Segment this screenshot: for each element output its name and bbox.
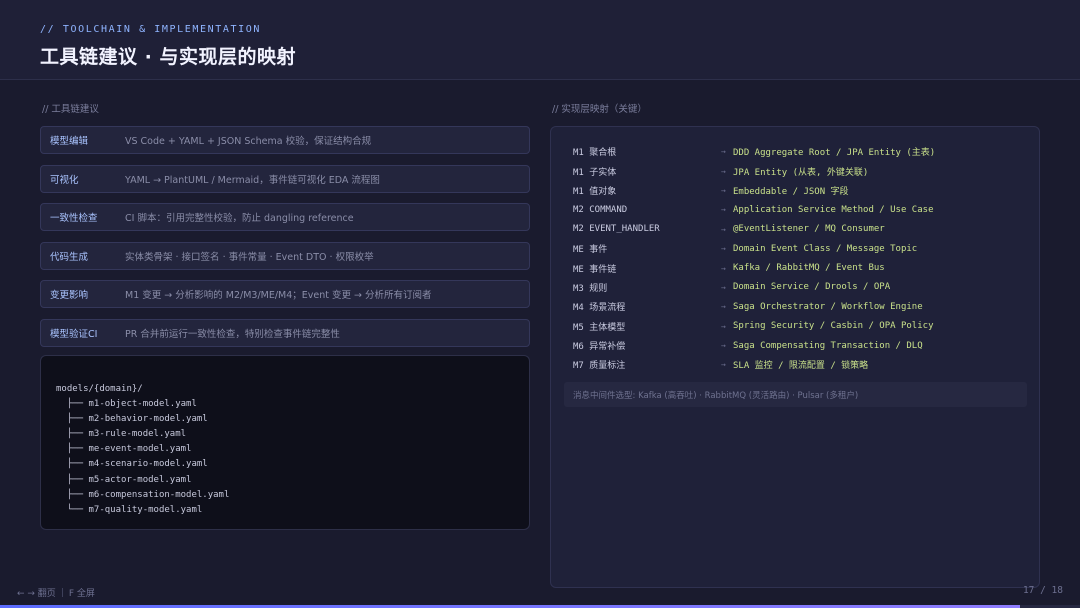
arrow-icon: →	[721, 263, 726, 273]
mapping-row: M2 COMMAND → Application Service Method / …	[573, 200, 1023, 219]
slide-header: // TOOLCHAIN & IMPLEMENTATION 工具链建议 · 与实…	[0, 0, 1080, 80]
tool-row: 模型编辑 VS Code + YAML + JSON Schema 校验，保证结构…	[40, 126, 530, 154]
mapping-row: M1 值对象 → Embeddable / JSON 字段	[573, 181, 1023, 200]
mapping-row: ME 事件链 → Kafka / RabbitMQ / Event Bus	[573, 258, 1023, 277]
middleware-note: 消息中间件选型: Kafka (高吞吐) · RabbitMQ (灵活路由) ·…	[564, 382, 1027, 407]
tool-name: 代码生成	[50, 251, 89, 263]
model-element: M4 场景流程	[573, 303, 626, 314]
arrow-icon: →	[721, 244, 726, 254]
code-line: ├── m6-compensation-model.yaml	[56, 489, 230, 500]
arrow-icon: →	[721, 185, 726, 195]
toolchain-list: 模型编辑 VS Code + YAML + JSON Schema 校验，保证结构…	[40, 126, 530, 358]
page-nav-hint: ← → 翻页	[17, 589, 56, 599]
code-line: models/{domain}/	[56, 384, 143, 394]
arrow-icon: →	[721, 341, 726, 351]
directory-tree-code-block: models/{domain}/ ├── m1-object-model.yam…	[40, 355, 530, 530]
tool-row: 变更影响 M1 变更 → 分析影响的 M2/M3/ME/M4；Event 变更 →…	[40, 280, 530, 309]
tool-name: 模型编辑	[50, 136, 89, 147]
mapping-row: M5 主体模型 → Spring Security / Casbin / OPA P…	[573, 317, 1023, 336]
arrow-icon: →	[721, 360, 726, 370]
arrow-icon: →	[721, 205, 726, 215]
code-line: ├── m3-rule-model.yaml	[56, 429, 187, 440]
mapping-row: ME 事件 → Domain Event Class / Message Topic	[573, 239, 1023, 258]
implementation-target: Saga Compensating Transaction / DLQ	[733, 340, 923, 351]
arrow-icon: →	[721, 321, 726, 331]
implementation-target: Domain Event Class / Message Topic	[733, 243, 918, 254]
mapping-row: M4 场景流程 → Saga Orchestrator / Workflow Eng…	[573, 297, 1023, 316]
tool-name: 模型验证CI	[50, 328, 98, 340]
model-element: ME 事件链	[573, 264, 617, 275]
implementation-target: Kafka / RabbitMQ / Event Bus	[733, 263, 885, 274]
model-element: M1 值对象	[573, 186, 617, 197]
implementation-target: JPA Entity (从表, 外键关联)	[733, 167, 869, 178]
code-line: └── m7-quality-model.yaml	[56, 504, 203, 515]
model-element: ME 事件	[573, 245, 608, 256]
model-element: M1 子实体	[573, 167, 617, 178]
implementation-target: DDD Aggregate Root / JPA Entity (主表)	[733, 148, 936, 159]
mapping-row: M1 子实体 → JPA Entity (从表, 外键关联)	[573, 161, 1023, 180]
implementation-target: Application Service Method / Use Case	[733, 204, 934, 215]
implementation-target: Embeddable / JSON 字段	[733, 186, 849, 197]
model-element: M6 异常补偿	[573, 342, 626, 353]
footer-separator: |	[60, 587, 64, 598]
tool-name: 一致性检查	[50, 213, 98, 225]
slide-title: 工具链建议 · 与实现层的映射	[40, 46, 296, 68]
tool-row: 一致性检查 CI 脚本：引用完整性校验，防止 dangling reference	[40, 203, 530, 232]
footer-navigation-hint: ← → 翻页 | F 全屏	[17, 586, 95, 600]
model-element: M2 COMMAND	[573, 204, 628, 215]
model-element: M2 EVENT_HANDLER	[573, 224, 660, 235]
model-element: M3 规则	[573, 283, 608, 294]
tool-name: 可视化	[50, 174, 79, 186]
implementation-target: @EventListener / MQ Consumer	[733, 224, 885, 235]
code-line: ├── m1-object-model.yaml	[56, 399, 197, 410]
tool-description: YAML → PlantUML / Mermaid，事件链可视化 EDA 流程图	[125, 174, 380, 186]
toolchain-section-label: // 工具链建议	[42, 104, 99, 115]
implementation-target: Saga Orchestrator / Workflow Engine	[733, 301, 923, 312]
model-element: M1 聚合根	[573, 148, 617, 159]
model-element: M7 质量标注	[573, 361, 626, 372]
arrow-icon: →	[721, 166, 726, 176]
arrow-icon: →	[721, 147, 726, 157]
tool-description: M1 变更 → 分析影响的 M2/M3/ME/M4；Event 变更 → 分析所…	[125, 290, 432, 302]
page-indicator: 17 / 18	[1022, 585, 1063, 596]
tool-description: PR 合并前运行一致性检查，特别检查事件链完整性	[125, 328, 340, 340]
implementation-target: Spring Security / Casbin / OPA Policy	[733, 321, 934, 332]
arrow-icon: →	[721, 302, 726, 312]
model-element: M5 主体模型	[573, 322, 626, 333]
tool-row: 可视化 YAML → PlantUML / Mermaid，事件链可视化 EDA …	[40, 164, 530, 193]
tool-description: VS Code + YAML + JSON Schema 校验，保证结构合规	[125, 136, 372, 147]
arrow-icon: →	[721, 224, 726, 234]
mapping-list: M1 聚合根 → DDD Aggregate Root / JPA Entity (…	[573, 142, 1023, 375]
code-line: ├── m4-scenario-model.yaml	[56, 459, 208, 470]
implementation-mapping-panel: M1 聚合根 → DDD Aggregate Root / JPA Entity (…	[550, 126, 1040, 588]
code-line: ├── m5-actor-model.yaml	[56, 474, 192, 485]
mapping-row: M7 质量标注 → SLA 监控 / 限流配置 / 锁策略	[573, 355, 1023, 374]
tool-row: 代码生成 实体类骨架 · 接口签名 · 事件常量 · Event DTO · 权限…	[40, 241, 530, 270]
implementation-target: SLA 监控 / 限流配置 / 锁策略	[733, 361, 869, 372]
mapping-section-label: // 实现层映射（关键）	[552, 104, 647, 115]
code-line: ├── m2-behavior-model.yaml	[56, 414, 208, 425]
tool-row: 模型验证CI PR 合并前运行一致性检查，特别检查事件链完整性	[40, 318, 530, 347]
tool-description: 实体类骨架 · 接口签名 · 事件常量 · Event DTO · 权限枚举	[125, 251, 374, 263]
mapping-row: M1 聚合根 → DDD Aggregate Root / JPA Entity (…	[573, 142, 1023, 161]
tool-description: CI 脚本：引用完整性校验，防止 dangling reference	[125, 213, 354, 225]
section-kicker: // TOOLCHAIN & IMPLEMENTATION	[40, 24, 261, 35]
fullscreen-hint: F 全屏	[68, 589, 95, 599]
code-line: ├── me-event-model.yaml	[56, 444, 192, 455]
mapping-row: M3 规则 → Domain Service / Drools / OPA	[573, 278, 1023, 297]
arrow-icon: →	[721, 282, 726, 292]
tool-name: 变更影响	[50, 290, 89, 302]
mapping-row: M6 异常补偿 → Saga Compensating Transaction / …	[573, 336, 1023, 355]
mapping-row: M2 EVENT_HANDLER → @EventListener / MQ Con…	[573, 220, 1023, 239]
implementation-target: Domain Service / Drools / OPA	[733, 282, 891, 293]
